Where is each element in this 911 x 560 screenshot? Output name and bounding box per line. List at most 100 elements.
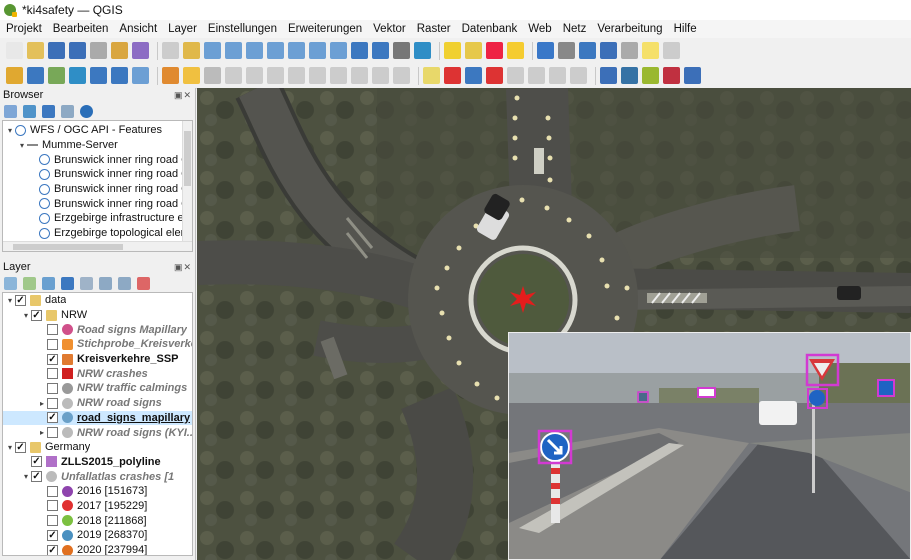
bookmarks-icon[interactable] (372, 42, 389, 59)
layer-visibility-checkbox[interactable] (47, 338, 58, 350)
expand-arrow-icon[interactable]: ▾ (5, 126, 15, 135)
layer-visibility-checkbox[interactable] (47, 427, 58, 439)
identify-features-icon[interactable] (537, 42, 554, 59)
cut-icon[interactable] (309, 67, 326, 84)
refresh-icon[interactable] (23, 104, 36, 118)
layer-visibility-checkbox[interactable] (47, 515, 58, 527)
gps-icon[interactable] (600, 67, 617, 84)
identify-icon[interactable] (507, 42, 524, 59)
layer-item[interactable]: Road signs Mapillary (3, 322, 192, 337)
layer-item[interactable]: NRW crashes (3, 366, 192, 381)
digitize-icon[interactable] (225, 67, 242, 84)
menu-einstellungen[interactable]: Einstellungen (208, 23, 277, 35)
layer-item[interactable]: ✓ ZLLS2015_polyline (3, 455, 192, 470)
add-selected-icon[interactable] (4, 104, 17, 118)
menu-projekt[interactable]: Projekt (6, 23, 42, 35)
layer-visibility-checkbox[interactable]: ✓ (47, 353, 58, 365)
vertex-editor-icon[interactable] (663, 67, 680, 84)
menu-web[interactable]: Web (528, 23, 551, 35)
zoom-full-icon[interactable] (246, 42, 263, 59)
move-label-icon[interactable] (507, 67, 524, 84)
style-manager-icon[interactable] (132, 42, 149, 59)
help-icon[interactable] (684, 67, 701, 84)
layer-visibility-checkbox[interactable] (47, 382, 58, 394)
menu-datenbank[interactable]: Datenbank (462, 23, 518, 35)
layer-visibility-checkbox[interactable]: ✓ (47, 544, 58, 555)
layer-item[interactable]: ✓ 2020 [237994] (3, 543, 192, 555)
zoom-last-icon[interactable] (309, 42, 326, 59)
delete-selected-icon[interactable] (288, 67, 305, 84)
style-manager-icon[interactable] (4, 276, 17, 290)
layer-item[interactable]: ✓ 2019 [268370] (3, 528, 192, 543)
layer-item[interactable]: NRW traffic calmings (3, 381, 192, 396)
menu-netz[interactable]: Netz (563, 23, 587, 35)
modify-attributes-icon[interactable] (267, 67, 284, 84)
menu-verarbeitung[interactable]: Verarbeitung (597, 23, 662, 35)
new-spatialite-icon[interactable] (69, 67, 86, 84)
browser-item[interactable]: ▾ Mumme-Server (3, 138, 192, 153)
zoom-next-icon[interactable] (330, 42, 347, 59)
layer-visibility-checkbox[interactable] (47, 324, 58, 336)
menu-layer[interactable]: Layer (168, 23, 197, 35)
save-as-icon[interactable] (69, 42, 86, 59)
paste-icon[interactable] (351, 67, 368, 84)
copy-icon[interactable] (330, 67, 347, 84)
pin-labels-icon[interactable] (465, 67, 482, 84)
edit-pencil-icon[interactable] (162, 67, 179, 84)
rotate-label-icon[interactable] (528, 67, 545, 84)
zoom-selection-icon[interactable] (288, 42, 305, 59)
expand-arrow-icon[interactable]: ▾ (5, 296, 15, 305)
virtual-layer-icon[interactable] (111, 67, 128, 84)
menu-ansicht[interactable]: Ansicht (119, 23, 157, 35)
layer-item[interactable]: ✓ road_signs_mapillary (3, 410, 192, 426)
expand-all-icon[interactable] (99, 276, 112, 290)
expand-arrow-icon[interactable]: ▾ (5, 443, 15, 452)
menu-bearbeiten[interactable]: Bearbeiten (53, 23, 109, 35)
vertex-tool-icon[interactable] (246, 67, 263, 84)
layout-manager-icon[interactable] (111, 42, 128, 59)
layer-visibility-checkbox[interactable]: ✓ (47, 529, 58, 541)
layer-visibility-checkbox[interactable] (47, 485, 58, 497)
expand-arrow-icon[interactable]: ▾ (21, 311, 31, 320)
browser-item[interactable]: Erzgebirge topological elem (3, 226, 192, 241)
zoom-layer-icon[interactable] (267, 42, 284, 59)
collapse-all-icon[interactable] (118, 276, 131, 290)
info-icon[interactable] (80, 104, 93, 118)
manage-visibility-icon[interactable] (42, 276, 55, 290)
layer-item[interactable]: ▾ ✓ Unfallatlas crashes [1 (3, 469, 192, 484)
browser-item[interactable]: Erzgebirge infrastructure ele (3, 211, 192, 226)
new-project-icon[interactable] (6, 42, 23, 59)
python-console-icon[interactable] (621, 67, 638, 84)
browser-item[interactable]: Brunswick inner ring road Op (3, 167, 192, 182)
temporal-icon[interactable] (393, 42, 410, 59)
menu-hilfe[interactable]: Hilfe (674, 23, 697, 35)
layer-visibility-checkbox[interactable]: ✓ (31, 471, 42, 483)
filter-legend-icon[interactable] (61, 276, 74, 290)
layer-item[interactable]: ▸ NRW road signs (3, 396, 192, 411)
data-source-manager-icon[interactable] (6, 67, 23, 84)
label-style-icon[interactable] (444, 67, 461, 84)
layer-item[interactable]: ✓ Kreisverkehre_SSP (3, 352, 192, 367)
select-features-icon[interactable] (444, 42, 461, 59)
remove-layer-icon[interactable] (137, 276, 150, 290)
layer-group[interactable]: ▾ ✓ Germany (3, 440, 192, 455)
browser-horizontal-scrollbar[interactable] (3, 241, 192, 251)
new-shapefile-icon[interactable] (48, 67, 65, 84)
layer-visibility-checkbox[interactable]: ✓ (47, 412, 58, 424)
new-bookmark-icon[interactable] (351, 42, 368, 59)
highlight-labels-icon[interactable] (486, 67, 503, 84)
layer-item[interactable]: 2017 [195229] (3, 499, 192, 514)
layer-visibility-checkbox[interactable]: ✓ (15, 441, 26, 453)
layer-visibility-checkbox[interactable]: ✓ (31, 456, 42, 468)
expand-arrow-icon[interactable]: ▾ (17, 141, 27, 150)
save-edits-icon[interactable] (204, 67, 221, 84)
browser-item[interactable]: Brunswick inner ring road Op (3, 182, 192, 197)
layer-item[interactable]: Stichprobe_Kreisverkehre (3, 337, 192, 352)
new-temp-layer-icon[interactable] (90, 67, 107, 84)
expand-arrow-icon[interactable]: ▸ (37, 428, 47, 437)
toggle-edit-icon[interactable] (183, 67, 200, 84)
expand-arrow-icon[interactable]: ▾ (21, 472, 31, 481)
layer-item[interactable]: 2016 [151673] (3, 484, 192, 499)
measure-icon[interactable] (621, 42, 638, 59)
layer-visibility-checkbox[interactable]: ✓ (31, 309, 42, 321)
